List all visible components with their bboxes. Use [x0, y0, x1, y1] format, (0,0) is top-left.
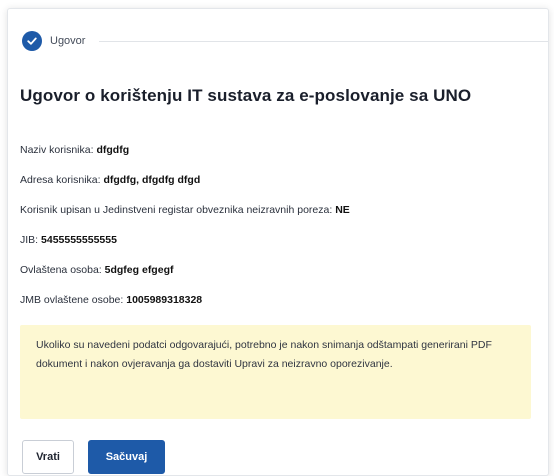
field-label: Naziv korisnika: [20, 144, 94, 156]
contract-card: Ugovor Ugovor o korištenju IT sustava za… [7, 8, 549, 476]
checkmark-icon [22, 31, 42, 51]
contract-details: Naziv korisnika: dfgdfg Adresa korisnika… [20, 143, 350, 323]
field-label: JIB: [20, 234, 39, 246]
field-user-name: Naziv korisnika: dfgdfg [20, 143, 350, 173]
field-authorized-person: Ovlaštena osoba: 5dgfeg efgegf [20, 263, 350, 293]
field-registry-status: Korisnik upisan u Jedinstveni registar o… [20, 203, 350, 233]
field-label: Adresa korisnika: [20, 174, 101, 186]
field-label: Korisnik upisan u Jedinstveni registar o… [20, 204, 333, 216]
field-value: dfgdfg [96, 144, 130, 156]
field-authorized-jmb: JMB ovlaštene osobe: 1005989318328 [20, 293, 350, 323]
field-jib: JIB: 5455555555555 [20, 233, 350, 263]
field-user-address: Adresa korisnika: dfgdfg, dfgdfg dfgd [20, 173, 350, 203]
step-divider [99, 40, 548, 42]
field-label: JMB ovlaštene osobe: [20, 294, 124, 306]
stepper: Ugovor [22, 30, 548, 52]
page-title: Ugovor o korištenju IT sustava za e-posl… [20, 86, 472, 105]
save-button[interactable]: Sačuvaj [88, 440, 165, 474]
field-value: dfgdfg, dfgdfg dfgd [103, 174, 201, 186]
field-value: 5dgfeg efgegf [104, 264, 174, 276]
step-label: Ugovor [50, 35, 86, 47]
back-button[interactable]: Vrati [22, 440, 74, 474]
field-value: 1005989318328 [126, 294, 203, 306]
info-notice: Ukoliko su navedeni podatci odgovarajući… [20, 325, 531, 419]
field-value: 5455555555555 [41, 234, 117, 246]
field-value: NE [335, 204, 350, 216]
field-label: Ovlaštena osoba: [20, 264, 102, 276]
